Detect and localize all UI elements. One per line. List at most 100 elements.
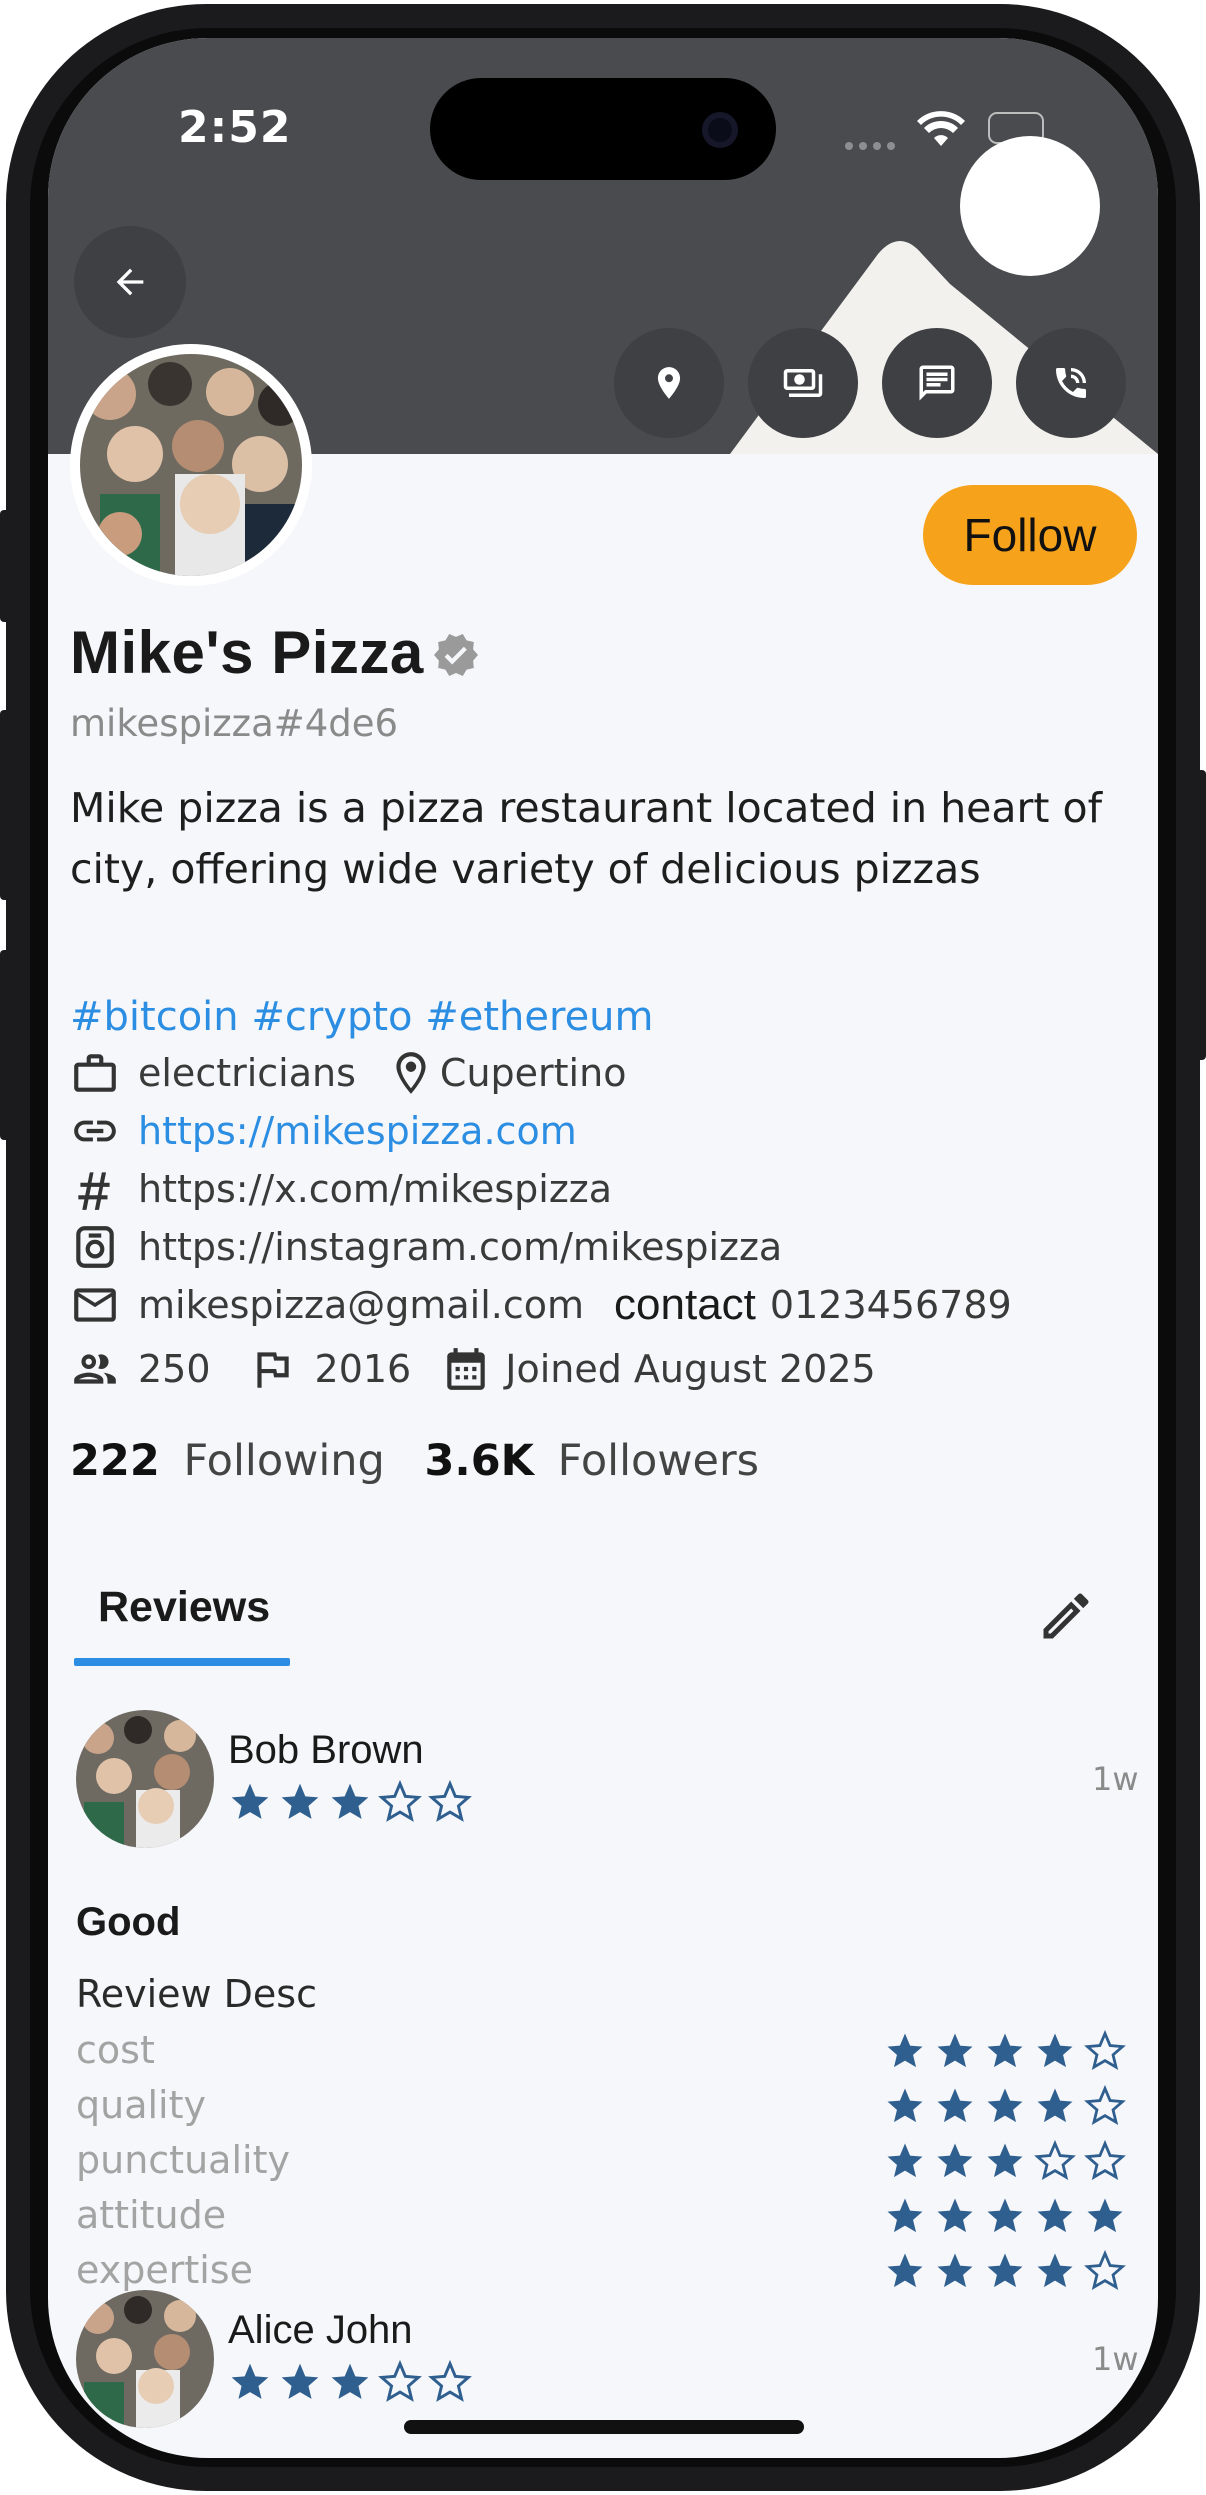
star-filled-icon: [887, 2198, 923, 2233]
star-outline-icon: [1084, 2140, 1126, 2180]
star-outline-icon: [428, 2360, 472, 2402]
home-indicator: [404, 2420, 804, 2434]
instagram-link[interactable]: https://instagram.com/mikespizza: [138, 1225, 782, 1269]
star-filled-icon: [331, 2363, 369, 2399]
link-icon: [74, 1120, 116, 1142]
star-filled-icon: [331, 1783, 369, 1819]
side-button: [0, 950, 10, 1140]
back-button[interactable]: [74, 226, 186, 338]
star-outline-icon: [1084, 2085, 1126, 2125]
star-filled-icon: [937, 2143, 973, 2178]
joined-date: Joined August 2025: [505, 1347, 876, 1391]
payment-button[interactable]: [748, 328, 858, 438]
star-filled-icon: [987, 2143, 1023, 2178]
contact-number[interactable]: 0123456789: [770, 1283, 1012, 1327]
criteria-label: quality: [76, 2083, 206, 2127]
criteria-label: punctuality: [76, 2138, 290, 2182]
message-icon: [919, 365, 955, 401]
criteria-rating: [884, 2195, 1134, 2237]
profile-handle: mikespizza#4de6: [70, 702, 399, 745]
follow-button[interactable]: Follow: [923, 485, 1137, 585]
following-label[interactable]: Following: [183, 1436, 384, 1486]
star-outline-icon: [1084, 2030, 1126, 2070]
category-location-row: electricians Cupertino: [70, 1048, 626, 1098]
profile-name: Mike's Pizza: [70, 619, 424, 686]
star-filled-icon: [987, 2033, 1023, 2068]
screen: 2:52 Follow Mike's Pizza mikespizza#4de6…: [48, 38, 1158, 2458]
avatar[interactable]: [80, 354, 302, 576]
hashtag-icon: [78, 1172, 110, 1210]
star-filled-icon: [987, 2198, 1023, 2233]
star-filled-icon: [231, 2363, 269, 2399]
camera-icon: [702, 112, 738, 148]
side-button: [0, 710, 10, 900]
star-filled-icon: [887, 2033, 923, 2068]
verified-icon: [434, 634, 478, 676]
star-filled-icon: [937, 2033, 973, 2068]
instagram-icon: [76, 1226, 114, 1268]
profile-bio: Mike pizza is a pizza restaurant located…: [70, 784, 1103, 893]
location-icon: [657, 367, 681, 399]
briefcase-icon: [74, 1054, 116, 1092]
reviewer-avatar[interactable]: [76, 1710, 214, 1848]
star-filled-icon: [1037, 2198, 1073, 2233]
location-button[interactable]: [614, 328, 724, 438]
criteria-label: cost: [76, 2028, 155, 2072]
criteria-rating: [884, 2140, 1134, 2182]
reviewer-name: Bob Brown: [228, 1728, 424, 1772]
reviewer-rating: [228, 1780, 478, 1824]
email-row: mikespizza@gmail.com contact 0123456789: [70, 1280, 1012, 1330]
reviewer-avatar[interactable]: [76, 2290, 214, 2428]
stats-row: 250 2016 Joined August 2025: [70, 1344, 876, 1394]
review-title: Good: [76, 1900, 181, 1944]
employee-count: 250: [138, 1347, 211, 1391]
tab-reviews[interactable]: Reviews: [98, 1583, 270, 1632]
website-link[interactable]: https://mikespizza.com: [138, 1109, 577, 1153]
star-outline-icon: [378, 1780, 422, 1822]
message-button[interactable]: [882, 328, 992, 438]
review-time: 1w: [1092, 2340, 1139, 2378]
location-text: Cupertino: [439, 1051, 627, 1095]
star-outline-icon: [1084, 2250, 1126, 2290]
criteria-rating: [884, 2030, 1134, 2072]
contact-label: contact: [614, 1280, 756, 1329]
followers-count[interactable]: 3.6K: [424, 1436, 534, 1486]
phone-button[interactable]: [1016, 328, 1126, 438]
star-outline-icon: [378, 2360, 422, 2402]
star-filled-icon: [281, 1783, 319, 1819]
email-link[interactable]: mikespizza@gmail.com: [138, 1283, 584, 1327]
star-filled-icon: [887, 2253, 923, 2288]
criteria-rating: [884, 2250, 1134, 2292]
side-button: [1196, 770, 1206, 1060]
following-count[interactable]: 222: [70, 1436, 160, 1486]
signal-icon: [844, 138, 898, 157]
star-filled-icon: [887, 2143, 923, 2178]
star-filled-icon: [987, 2253, 1023, 2288]
calendar-icon: [447, 1348, 485, 1390]
arrow-left-icon: [116, 268, 144, 296]
reviewer-name: Alice John: [228, 2308, 413, 2352]
criteria-label: attitude: [76, 2193, 227, 2237]
founded-year: 2016: [314, 1347, 412, 1391]
reviewer-rating: [228, 2360, 478, 2404]
payment-icon: [783, 369, 823, 397]
category-text: electricians: [138, 1051, 356, 1095]
star-filled-icon: [937, 2088, 973, 2123]
star-filled-icon: [987, 2088, 1023, 2123]
star-filled-icon: [231, 1783, 269, 1819]
star-filled-icon: [281, 2363, 319, 2399]
star-filled-icon: [1037, 2088, 1073, 2123]
star-outline-icon: [1034, 2140, 1076, 2180]
star-filled-icon: [937, 2253, 973, 2288]
website-row: https://mikespizza.com: [70, 1106, 577, 1156]
followers-label[interactable]: Followers: [558, 1436, 759, 1486]
star-filled-icon: [1037, 2033, 1073, 2068]
review-time: 1w: [1092, 1760, 1139, 1798]
x-link[interactable]: https://x.com/mikespizza: [138, 1167, 612, 1211]
edit-icon[interactable]: [1036, 1586, 1096, 1646]
profile-tags[interactable]: #bitcoin #crypto #ethereum: [70, 994, 654, 1040]
mail-icon: [74, 1288, 116, 1322]
criteria-label: expertise: [76, 2248, 253, 2292]
floating-overlay-button[interactable]: [960, 136, 1100, 276]
tab-indicator: [74, 1658, 290, 1666]
